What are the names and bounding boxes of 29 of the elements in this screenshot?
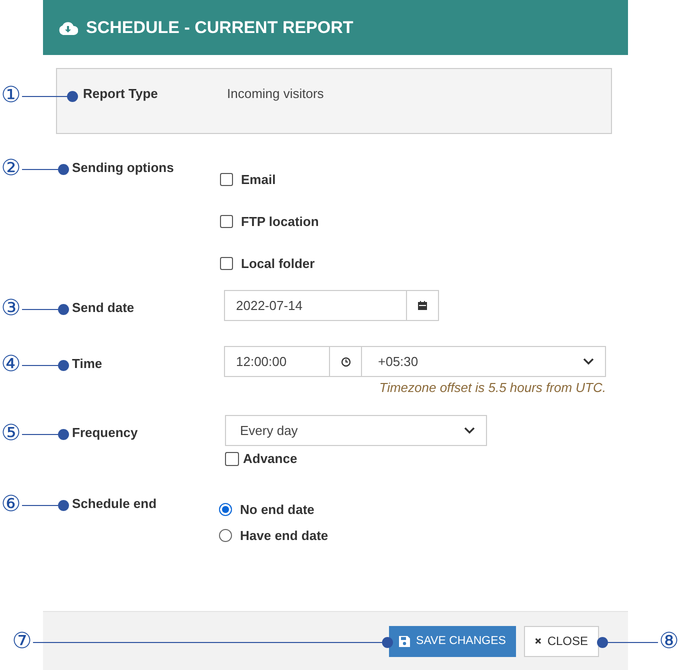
callout-number: ⑦	[11, 630, 33, 654]
callout-number: ①	[0, 84, 22, 108]
field-value: Incoming visitors	[227, 86, 324, 103]
callout-number: ④	[0, 353, 22, 377]
field-label: Sending options	[72, 160, 175, 177]
save-changes-button[interactable]: SAVE CHANGES	[389, 626, 516, 656]
dialog-title: SCHEDULE - CURRENT REPORT	[86, 18, 354, 38]
timezone-select[interactable]: +05:30	[362, 346, 606, 377]
option-label: Have end date	[240, 528, 328, 542]
option-label: Advance	[243, 451, 298, 466]
callout-number: ⑥	[0, 493, 22, 517]
close-button[interactable]: CLOSE	[524, 626, 599, 656]
callout-number: ②	[0, 157, 22, 181]
option-label: No end date	[240, 502, 314, 516]
option-label: Local folder	[241, 256, 315, 270]
field-label: Report Type	[83, 86, 159, 103]
option-label: FTP location	[241, 214, 319, 228]
field-label: Time	[72, 356, 104, 373]
callout-number: ⑤	[0, 422, 22, 446]
field-label: Send date	[72, 300, 136, 317]
callout-number: ⑧	[658, 630, 680, 654]
time-field[interactable]: 12:00:00	[224, 346, 330, 377]
date-field[interactable]: 2022-07-14	[224, 290, 407, 321]
option-label: Email	[241, 172, 276, 186]
frequency-select[interactable]: Every day	[225, 415, 487, 446]
field-label: Frequency	[72, 425, 139, 442]
field-label: Schedule end	[72, 496, 158, 513]
hint-text: Timezone offset is 5.5 hours from UTC.	[379, 380, 606, 395]
callout-number: ③	[0, 297, 22, 321]
